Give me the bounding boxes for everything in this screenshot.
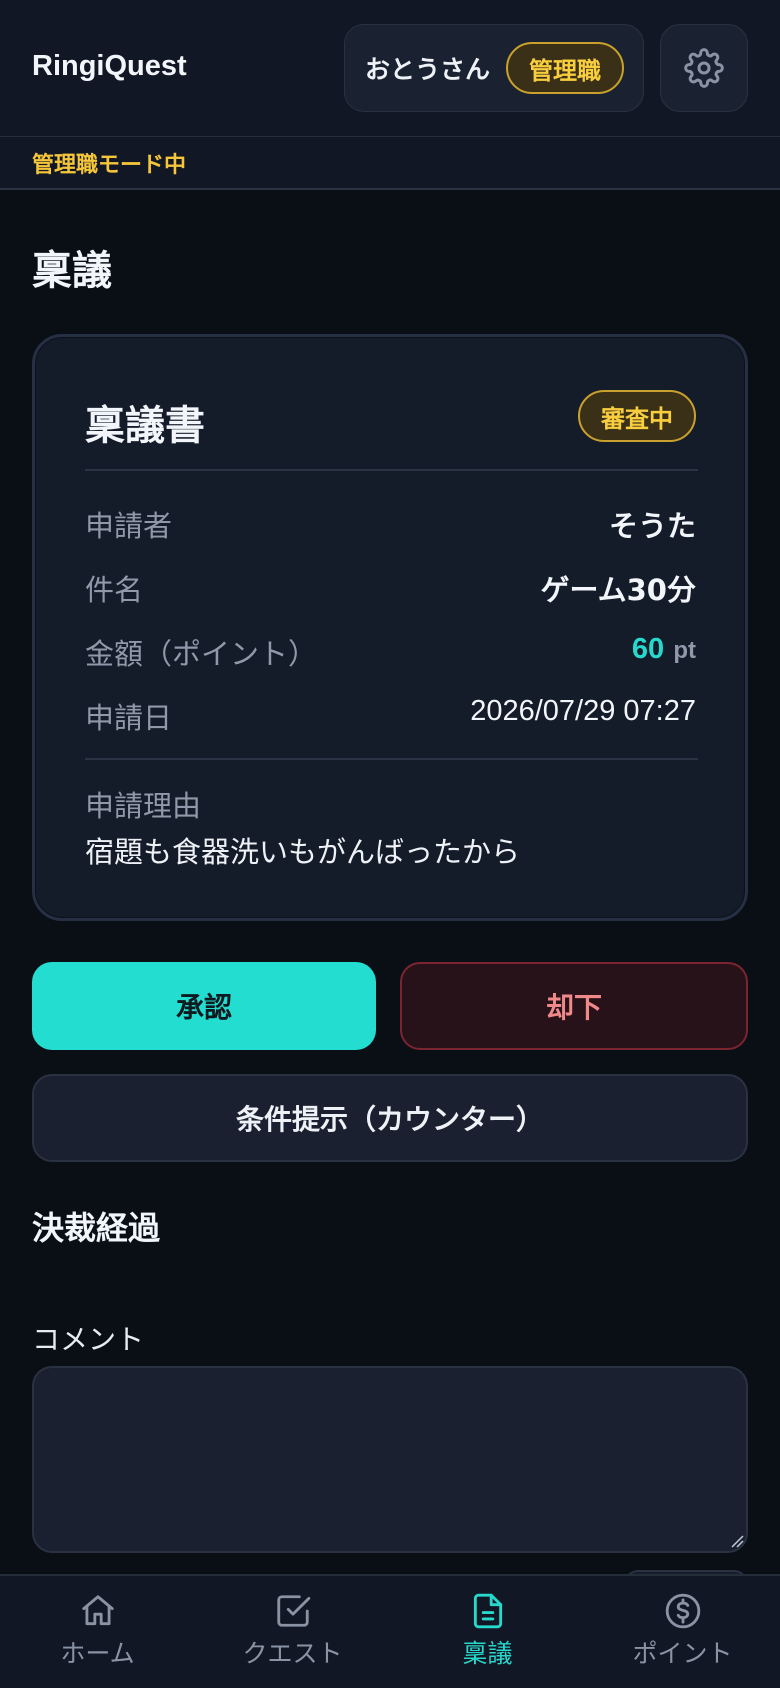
checkbox-icon	[276, 1595, 310, 1627]
nav-item-ringi[interactable]: 稟議	[390, 1576, 585, 1688]
resize-grip-icon[interactable]	[730, 1534, 744, 1548]
document-icon	[473, 1593, 502, 1629]
reject-button[interactable]: 却下	[400, 962, 748, 1050]
nav-label: 稟議	[462, 1639, 513, 1668]
mode-indicator: 管理職モード中	[32, 153, 187, 178]
nav-label: クエスト	[242, 1639, 343, 1668]
amount-value: 60 pt	[632, 631, 696, 666]
user-name: おとうさん	[365, 55, 491, 84]
app-header: RingiQuest おとうさん 管理職	[0, 0, 780, 137]
subject-value: ゲーム30分	[540, 573, 697, 607]
app-title: RingiQuest	[32, 50, 187, 82]
divider	[85, 758, 698, 760]
nav-item-points[interactable]: ポイント	[585, 1576, 780, 1688]
mode-bar: 管理職モード中	[0, 137, 780, 190]
status-badge: 審査中	[578, 390, 696, 442]
amount-unit: pt	[673, 637, 696, 664]
subject-label: 件名	[85, 573, 144, 607]
card-title: 稟議書	[85, 403, 205, 449]
amount-label: 金額（ポイント）	[85, 637, 318, 671]
gear-icon	[684, 48, 724, 88]
role-badge: 管理職	[506, 42, 625, 94]
amount-number: 60	[631, 633, 665, 665]
nav-label: ポイント	[632, 1639, 733, 1668]
divider	[85, 469, 698, 471]
date-value: 2026/07/29 07:27	[470, 695, 696, 727]
bottom-nav: ホーム クエスト 稟議 ポイント	[0, 1574, 780, 1688]
comment-input[interactable]	[32, 1366, 748, 1553]
reason-text: 宿題も食器洗いもがんばったから	[85, 835, 521, 869]
home-icon	[81, 1595, 114, 1626]
comment-label: コメント	[32, 1323, 145, 1356]
nav-item-home[interactable]: ホーム	[0, 1576, 195, 1688]
reason-label: 申請理由	[85, 789, 202, 823]
settings-button[interactable]	[660, 24, 748, 112]
counter-offer-button[interactable]: 条件提示（カウンター）	[32, 1074, 748, 1162]
user-switcher[interactable]: おとうさん 管理職	[344, 24, 644, 112]
applicant-label: 申請者	[85, 509, 173, 543]
page-title: 稟議	[32, 248, 112, 294]
approval-history-title: 決裁経過	[32, 1209, 161, 1247]
ringi-card: 稟議書 審査中 申請者 そうた 件名 ゲーム30分 金額（ポイント） 60 pt…	[32, 334, 748, 921]
approve-button[interactable]: 承認	[32, 962, 376, 1050]
nav-item-quest[interactable]: クエスト	[195, 1576, 390, 1688]
nav-label: ホーム	[60, 1639, 135, 1668]
applicant-value: そうた	[608, 509, 696, 543]
date-label: 申請日	[85, 701, 173, 735]
coin-icon	[665, 1593, 700, 1629]
